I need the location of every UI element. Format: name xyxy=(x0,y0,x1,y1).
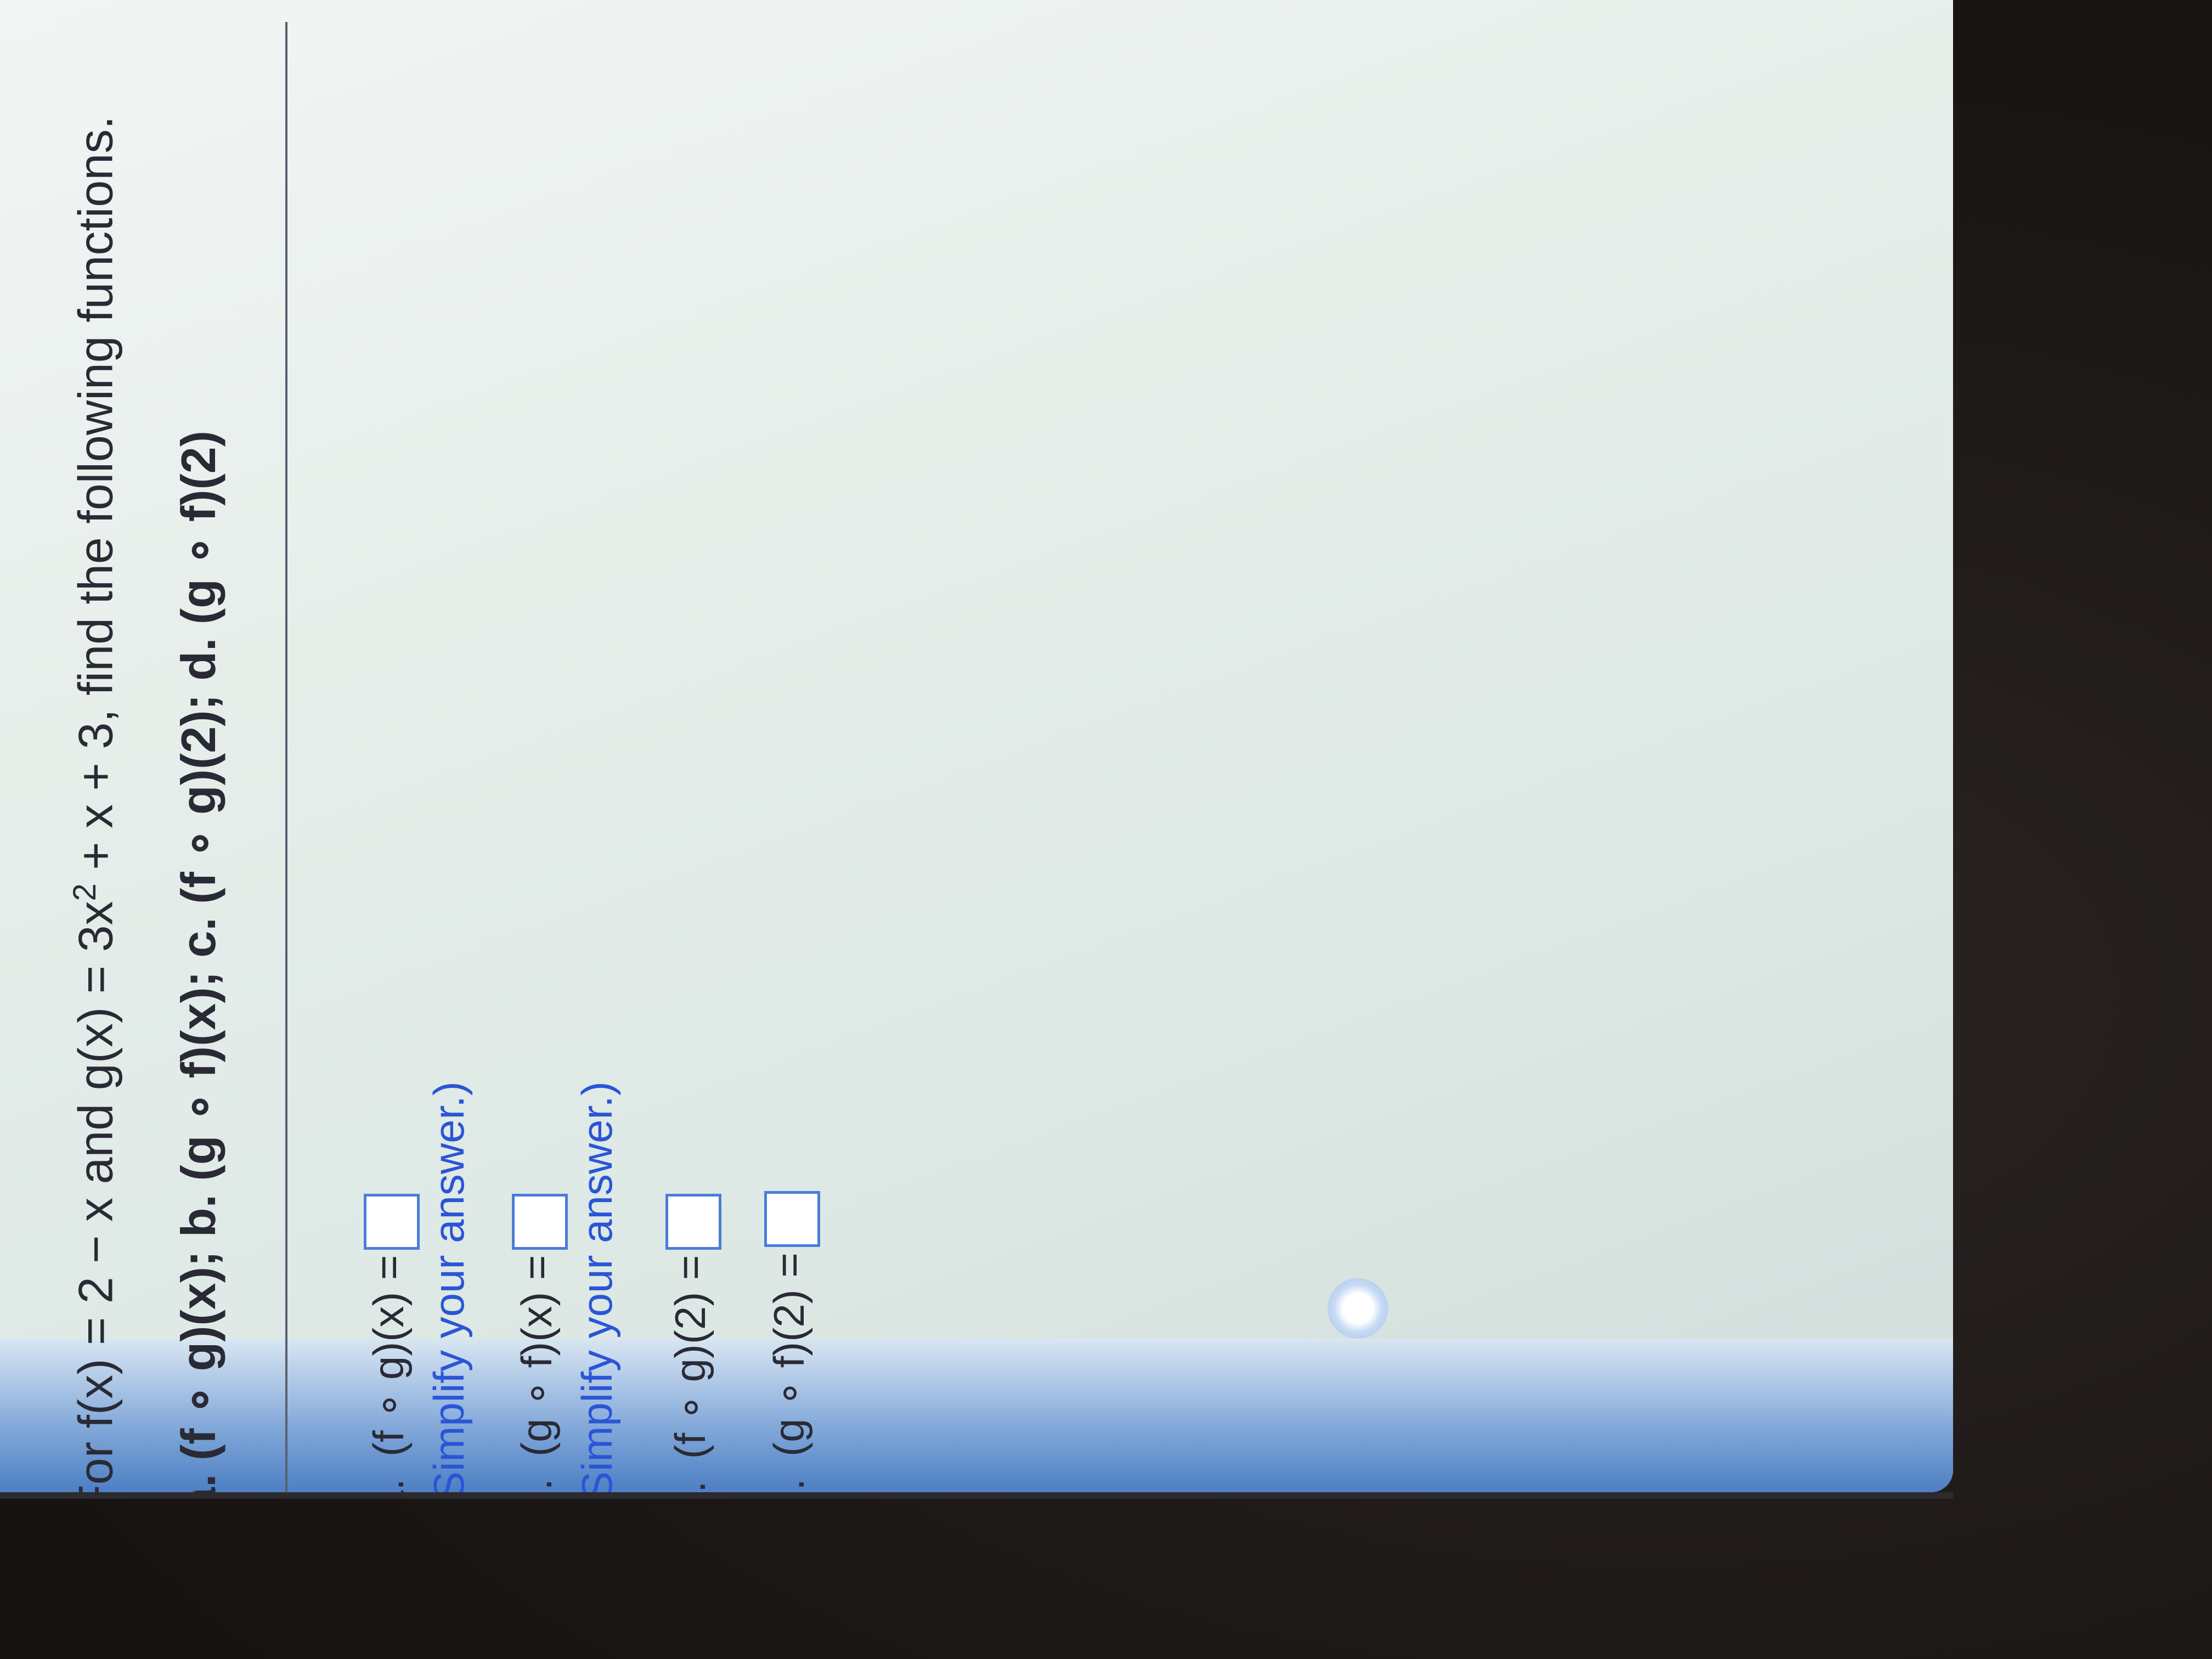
part-a: a. (f ∘ g)(x) = xyxy=(362,1193,420,1492)
screen: For f(x) = 2 − x and g(x) = 3x2 + x + 3,… xyxy=(0,0,1953,1492)
question-panel: For f(x) = 2 − x and g(x) = 3x2 + x + 3,… xyxy=(55,0,1262,1492)
bezel-edge xyxy=(0,1492,1953,1499)
part-c-expression: (f ∘ g)(2) = xyxy=(666,1255,714,1459)
divider xyxy=(285,22,287,1492)
answer-box-a[interactable] xyxy=(364,1193,420,1250)
part-c-letter: c. xyxy=(666,1481,714,1492)
part-a-expression: (f ∘ g)(x) = xyxy=(364,1255,413,1457)
part-b-hint: (Simplify your answer.) xyxy=(573,1081,621,1492)
part-c: c. (f ∘ g)(2) = xyxy=(664,1193,722,1492)
help-button[interactable] xyxy=(1328,1278,1388,1339)
monitor-bezel: For f(x) = 2 − x and g(x) = 3x2 + x + 3,… xyxy=(0,0,2212,1659)
part-a-letter: a. xyxy=(364,1479,413,1492)
part-d-letter: d. xyxy=(765,1479,813,1492)
parts-list: a. (f ∘ g)(x); b. (g ∘ f)(x); c. (f ∘ g)… xyxy=(171,430,225,1492)
problem-prefix: For f(x) = 2 − x and g(x) = 3x xyxy=(68,901,123,1492)
problem-exponent: 2 xyxy=(67,883,103,901)
part-b-letter: b. xyxy=(512,1479,561,1492)
answer-box-b[interactable] xyxy=(512,1193,568,1250)
part-b-expression: (g ∘ f)(x) = xyxy=(512,1255,561,1457)
problem-suffix: + x + 3, find the following functions. xyxy=(68,116,123,884)
answer-box-c[interactable] xyxy=(665,1193,722,1250)
part-d: d. (g ∘ f)(2) = xyxy=(763,1191,821,1492)
answer-box-d[interactable] xyxy=(764,1191,821,1248)
problem-statement: For f(x) = 2 − x and g(x) = 3x2 + x + 3,… xyxy=(55,116,126,1492)
part-d-expression: (g ∘ f)(2) = xyxy=(765,1252,813,1457)
part-a-hint: (Simplify your answer.) xyxy=(425,1081,473,1492)
part-b: b. (g ∘ f)(x) = xyxy=(510,1193,568,1492)
